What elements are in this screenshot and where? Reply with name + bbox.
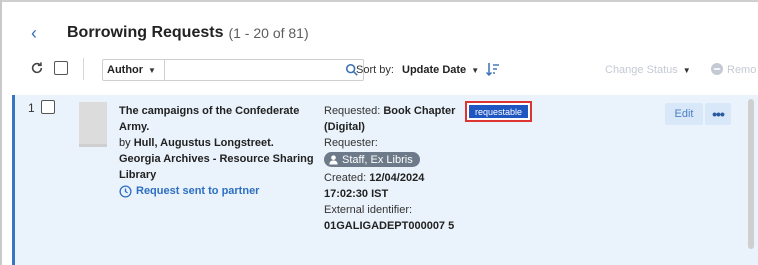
edit-button[interactable]: Edit [665,103,703,125]
refresh-icon[interactable] [30,61,44,75]
book-thumbnail [79,102,107,144]
window-top-border [0,0,758,2]
chevron-left-icon[interactable]: ‹ [31,24,51,42]
table-row[interactable]: 1 The campaigns of the Confederate Army.… [12,95,758,265]
record-summary: The campaigns of the Confederate Army. b… [119,103,314,199]
requested-line: Requested: Book Chapter (Digital) [324,103,469,135]
window-left-border [0,0,2,265]
badge-highlight-box: requestable [465,101,532,122]
requester-label: Requester: [324,137,378,149]
change-status-label: Change Status [605,64,678,76]
requester-chip[interactable]: Staff, Ex Libris [324,152,420,167]
page-header: ‹ Borrowing Requests (1 - 20 of 81) [31,21,309,45]
list-toolbar: Author ▼ Sort by: Update Date ▼ Change St… [28,58,758,86]
clock-icon [119,184,132,198]
chevron-down-icon: ▼ [148,65,156,75]
chevron-down-icon: ▼ [471,66,480,75]
created-line: Created: 12/04/2024 17:02:30 IST [324,170,469,202]
request-details: Requested: Book Chapter (Digital) Reques… [324,103,469,234]
select-all-checkbox[interactable] [54,61,68,75]
sort-value: Update Date [402,64,467,76]
by-label: by [119,137,131,149]
row-checkbox[interactable] [41,100,55,114]
search-field-dropdown[interactable]: Author ▼ [102,59,164,81]
status-badge[interactable]: requestable [469,105,528,118]
person-icon [329,155,338,165]
requester-name: Staff, Ex Libris [342,153,413,166]
external-id-label: External identifier: [324,204,413,216]
results-range: (1 - 20 of 81) [228,25,309,41]
minus-circle-icon [711,63,723,75]
record-author-line: by Hull, Augustus Longstreet. [119,135,314,151]
requested-label: Requested: [324,105,381,117]
partner-name: Georgia Archives - Resource Sharing Libr… [119,153,314,181]
request-status: Request sent to partner [119,183,314,199]
record-title[interactable]: The campaigns of the Confederate Army. [119,103,314,135]
sort-label: Sort by: [356,64,394,76]
sort-descending-icon[interactable] [486,61,500,77]
request-status-text: Request sent to partner [136,185,260,197]
page-title: Borrowing Requests [67,24,224,41]
more-actions-button[interactable]: ••• [705,103,731,125]
change-status-dropdown[interactable]: Change Status ▼ [605,64,691,76]
chevron-down-icon: ▼ [682,66,691,75]
vertical-scrollbar[interactable] [748,99,754,249]
sort-dropdown[interactable]: Update Date ▼ [402,64,479,76]
remove-button[interactable]: Remo [727,64,756,76]
created-label: Created: [324,172,367,184]
external-id-value: 01GALIGADEPT000007 5 [324,220,455,232]
search-field-label: Author [107,64,144,76]
search-input[interactable] [164,59,364,81]
toolbar-divider [83,58,84,80]
record-author: Hull, Augustus Longstreet. [133,137,274,149]
book-thumbnail-base [79,144,107,147]
row-index: 1 [28,101,35,115]
